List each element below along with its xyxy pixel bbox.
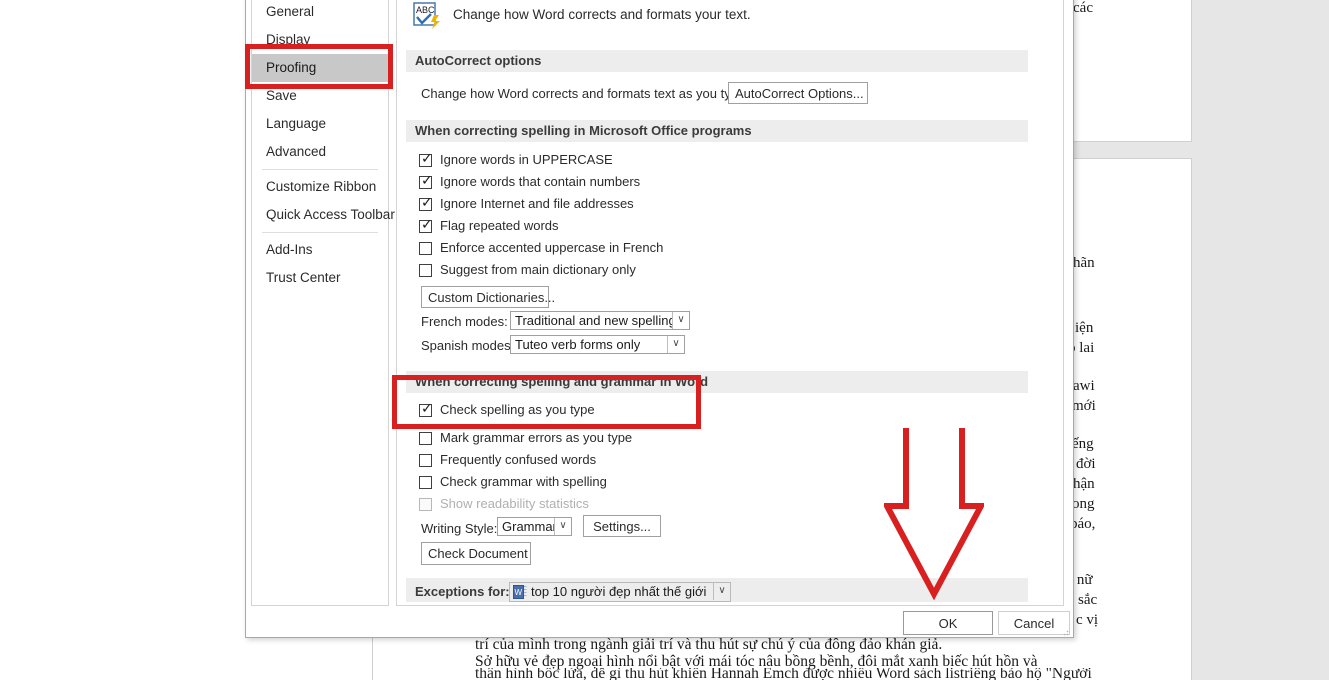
document-text-fragment: awi bbox=[1073, 378, 1095, 394]
document-text-fragment: ong bbox=[1072, 496, 1095, 512]
sidebar-item-general[interactable]: General bbox=[252, 0, 388, 26]
exceptions-for-dropdown[interactable]: W top 10 người đẹp nhất thế giới ∨ bbox=[509, 582, 731, 602]
document-text-fragment: hận bbox=[1073, 476, 1095, 492]
annotation-arrow-down-icon bbox=[881, 428, 987, 601]
sidebar-item-customize-ribbon[interactable]: Customize Ribbon bbox=[252, 173, 388, 201]
chevron-down-icon[interactable]: ∨ bbox=[713, 583, 730, 600]
chevron-down-icon[interactable]: ∨ bbox=[667, 336, 684, 353]
pane-header-text: Change how Word corrects and formats you… bbox=[453, 7, 751, 22]
writing-style-dropdown[interactable]: Grammar ∨ bbox=[497, 517, 572, 536]
spanish-modes-dropdown[interactable]: Tuteo verb forms only ∨ bbox=[510, 335, 685, 354]
checkbox-ignore-uppercase[interactable]: ✓ bbox=[419, 151, 433, 167]
spanish-modes-value: Tuteo verb forms only bbox=[515, 337, 641, 352]
section-header-office-spelling: When correcting spelling in Microsoft Of… bbox=[406, 120, 1028, 142]
chevron-down-icon[interactable]: ∨ bbox=[554, 518, 571, 535]
checkbox-ignore-numbers[interactable]: ✓ bbox=[419, 173, 433, 189]
checkbox-label: Ignore Internet and file addresses bbox=[440, 196, 634, 211]
checkbox-mark-grammar-errors[interactable] bbox=[419, 432, 432, 445]
grammar-settings-button[interactable]: Settings... bbox=[583, 515, 661, 537]
document-text-fragment: đời bbox=[1076, 456, 1096, 472]
check-mark-icon: ✓ bbox=[421, 217, 433, 233]
check-mark-icon: ✓ bbox=[421, 173, 433, 189]
checkbox-label: Ignore words in UPPERCASE bbox=[440, 152, 613, 167]
checkbox-label: Flag repeated words bbox=[440, 218, 559, 233]
sidebar-item-quick-access-toolbar[interactable]: Quick Access Toolbar bbox=[252, 201, 395, 229]
sidebar-item-label: Add-Ins bbox=[266, 242, 313, 257]
checkbox-label: Check grammar with spelling bbox=[440, 474, 607, 489]
sidebar-item-label: General bbox=[266, 4, 315, 19]
document-text-fragment: hãn bbox=[1073, 255, 1095, 271]
writing-style-value: Grammar bbox=[502, 519, 557, 534]
annotation-box-proofing bbox=[245, 44, 393, 89]
check-mark-icon: ✓ bbox=[421, 195, 433, 211]
document-text-fragment: ếng bbox=[1072, 436, 1094, 452]
check-document-button[interactable]: Check Document bbox=[421, 542, 531, 565]
word-document-icon: W bbox=[513, 585, 527, 602]
autocorrect-options-button[interactable]: AutoCorrect Options... bbox=[728, 82, 868, 104]
checkbox-flag-repeated-words[interactable]: ✓ bbox=[419, 217, 433, 233]
sidebar-divider bbox=[262, 169, 378, 170]
custom-dictionaries-button[interactable]: Custom Dictionaries... bbox=[421, 286, 555, 308]
french-modes-dropdown[interactable]: Traditional and new spellings ∨ bbox=[510, 311, 690, 330]
document-text-fragment: các bbox=[1073, 0, 1093, 16]
spanish-modes-label: Spanish modes: bbox=[421, 338, 515, 353]
sidebar-item-label: Language bbox=[266, 116, 327, 131]
annotation-box-check-spelling bbox=[392, 375, 701, 429]
sidebar-item-add-ins[interactable]: Add-Ins bbox=[252, 236, 388, 264]
sidebar-item-label: Save bbox=[266, 88, 297, 103]
resize-grip[interactable] bbox=[1060, 626, 1069, 639]
sidebar-item-advanced[interactable]: Advanced bbox=[252, 138, 388, 166]
document-text-line: trí của mình trong ngành giải trí và thu… bbox=[475, 636, 943, 653]
sidebar-item-trust-center[interactable]: Trust Center bbox=[252, 264, 388, 292]
document-gray-margin bbox=[1192, 0, 1329, 680]
ok-button[interactable]: OK bbox=[903, 611, 993, 635]
checkbox-suggest-main-dictionary-only[interactable] bbox=[419, 264, 432, 277]
french-modes-value: Traditional and new spellings bbox=[515, 313, 683, 328]
french-modes-label: French modes: bbox=[421, 314, 508, 329]
checkbox-enforce-accented-uppercase[interactable] bbox=[419, 242, 432, 255]
svg-text:W: W bbox=[515, 588, 523, 597]
sidebar-item-label: Trust Center bbox=[266, 270, 341, 285]
document-text-fragment: iện bbox=[1075, 320, 1094, 336]
checkbox-label: Frequently confused words bbox=[440, 452, 597, 467]
checkbox-check-grammar-with-spelling[interactable] bbox=[419, 476, 432, 489]
autocorrect-row-label: Change how Word corrects and formats tex… bbox=[421, 86, 749, 101]
checkbox-label: Suggest from main dictionary only bbox=[440, 262, 636, 277]
document-text-line-clipped: thân hình bốc lửa, dễ gì thu hút khiến H… bbox=[372, 668, 1192, 680]
options-category-list[interactable]: General Display Proofing Save Language A… bbox=[251, 0, 395, 606]
document-text-line-partial: thân hình bốc lửa, dễ gì thu hút khiến H… bbox=[475, 668, 1092, 680]
svg-text:ABC: ABC bbox=[416, 5, 435, 15]
sidebar-divider bbox=[262, 232, 378, 233]
dialog-footer: OK Cancel bbox=[246, 607, 1073, 639]
sidebar-item-label: Advanced bbox=[266, 144, 327, 159]
checkbox-label: Show readability statistics bbox=[440, 496, 589, 511]
document-text-fragment: sắc bbox=[1078, 592, 1098, 608]
checkbox-ignore-internet-addresses[interactable]: ✓ bbox=[419, 195, 433, 211]
section-header-autocorrect: AutoCorrect options bbox=[406, 50, 1028, 72]
checkbox-label: Mark grammar errors as you type bbox=[440, 430, 633, 445]
sidebar-item-label: Customize Ribbon bbox=[266, 179, 377, 194]
checkbox-label: Ignore words that contain numbers bbox=[440, 174, 641, 189]
checkbox-frequently-confused-words[interactable] bbox=[419, 454, 432, 467]
exceptions-for-label: Exceptions for: bbox=[415, 584, 510, 599]
exceptions-for-value: top 10 người đẹp nhất thế giới bbox=[531, 584, 707, 599]
abc-spellcheck-icon: ABC bbox=[413, 2, 443, 30]
writing-style-label: Writing Style: bbox=[421, 521, 498, 536]
document-text-fragment: mới bbox=[1072, 398, 1096, 414]
sidebar-item-language[interactable]: Language bbox=[252, 110, 388, 138]
checkbox-show-readability-statistics bbox=[419, 498, 432, 511]
check-mark-icon: ✓ bbox=[421, 151, 433, 167]
chevron-down-icon[interactable]: ∨ bbox=[672, 312, 689, 329]
checkbox-label: Enforce accented uppercase in French bbox=[440, 240, 664, 255]
sidebar-item-label: Quick Access Toolbar bbox=[266, 207, 395, 222]
document-text-fragment: c vị bbox=[1076, 612, 1099, 628]
